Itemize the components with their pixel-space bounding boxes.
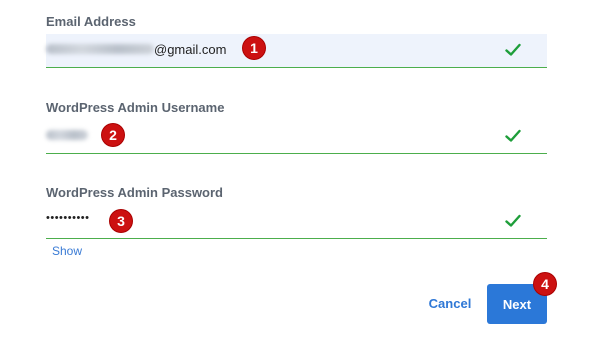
password-mask: •••••••••• — [46, 212, 90, 224]
password-label: WordPress Admin Password — [46, 185, 223, 200]
step-badge-2: 2 — [102, 124, 124, 146]
check-icon — [505, 214, 521, 227]
email-label: Email Address — [46, 14, 136, 29]
show-password-link[interactable]: Show — [52, 244, 82, 258]
cancel-button[interactable]: Cancel — [418, 284, 482, 322]
step-badge-3: 3 — [110, 210, 132, 232]
email-field[interactable]: @gmail.com — [46, 34, 547, 68]
email-domain-text: @gmail.com — [154, 42, 227, 57]
blurred-username — [46, 130, 88, 140]
blurred-email-username — [46, 44, 154, 54]
check-icon — [505, 43, 521, 56]
step-badge-4: 4 — [534, 273, 556, 295]
username-label: WordPress Admin Username — [46, 100, 225, 115]
step-badge-1: 1 — [243, 37, 265, 59]
check-icon — [505, 129, 521, 142]
wordpress-credentials-form: Email Address @gmail.com 1 WordPress Adm… — [0, 0, 600, 344]
